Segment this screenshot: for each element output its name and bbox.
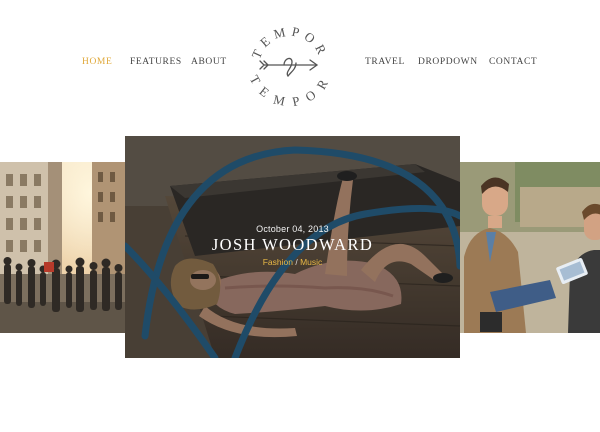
nav-contact[interactable]: CONTACT xyxy=(489,57,537,67)
slide-next[interactable] xyxy=(460,162,600,333)
post-categories: Fashion / Music xyxy=(125,257,460,267)
nav-travel[interactable]: TRAVEL xyxy=(365,57,405,67)
site-logo[interactable]: TEMPOR TEMPOR xyxy=(247,22,333,109)
svg-text:TEMPOR: TEMPOR xyxy=(247,72,333,108)
post-date: October 04, 2013 xyxy=(256,224,329,234)
logo-emblem: TEMPOR TEMPOR xyxy=(247,23,333,109)
arrow-heart-icon xyxy=(259,57,319,78)
nav-dropdown[interactable]: DROPDOWN xyxy=(418,57,478,67)
category-separator: / xyxy=(292,257,301,267)
nav-home[interactable]: HOME xyxy=(82,57,112,67)
svg-text:TEMPOR: TEMPOR xyxy=(248,23,331,61)
man-with-tablet-photo xyxy=(460,162,600,333)
slide-caption: October 04, 2013 JOSH WOODWARD Fashion /… xyxy=(125,224,460,267)
nav-features[interactable]: FEATURES xyxy=(130,57,182,67)
nav-about[interactable]: ABOUT xyxy=(191,57,227,67)
logo-text-top: TEMPOR xyxy=(248,23,326,61)
category-link-music[interactable]: Music xyxy=(300,257,322,267)
logo-text-bottom: TEMPOR xyxy=(247,72,328,109)
category-link-fashion[interactable]: Fashion xyxy=(263,257,293,267)
post-title-link[interactable]: JOSH WOODWARD xyxy=(125,235,460,255)
slide-previous[interactable] xyxy=(0,162,125,333)
city-street-photo xyxy=(0,162,125,333)
